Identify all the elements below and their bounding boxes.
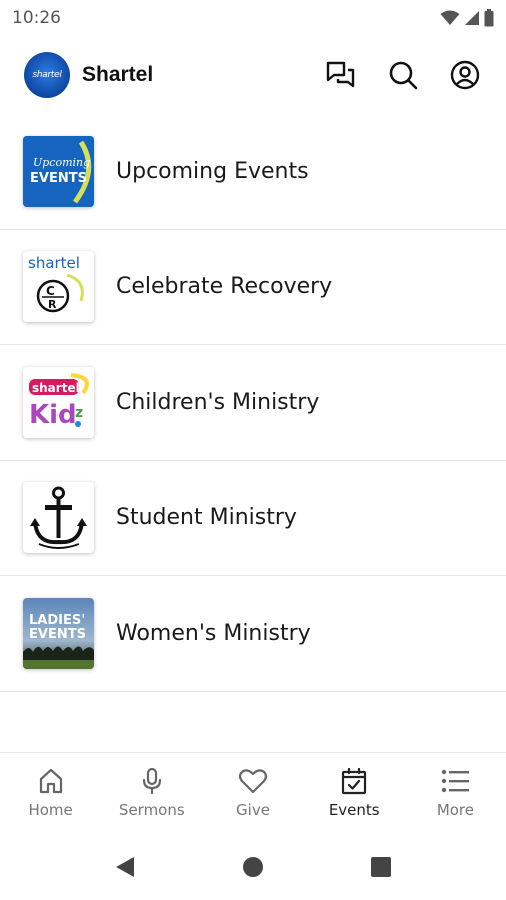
event-label: Upcoming Events [116, 158, 309, 184]
status-time: 10:26 [12, 8, 61, 28]
brand-logo-text: shartel [32, 70, 62, 80]
account-button[interactable] [448, 58, 482, 92]
chat-icon [326, 61, 355, 88]
svg-text:EVENTS: EVENTS [30, 171, 87, 186]
womens-ministry-thumbnail: LADIES' EVENTS [23, 597, 94, 669]
home-icon [39, 768, 62, 794]
microphone-icon [142, 767, 161, 795]
svg-text:R: R [48, 298, 57, 311]
chat-button[interactable] [324, 58, 358, 92]
nav-item-events[interactable]: Events [304, 753, 405, 834]
svg-text:EVENTS: EVENTS [29, 627, 86, 642]
list-item-student-ministry[interactable]: Student Ministry [0, 461, 506, 576]
nav-label: Events [328, 801, 380, 819]
svg-text:C: C [46, 284, 55, 298]
event-list: Upcoming EVENTS Upcoming Events shartel … [0, 114, 506, 692]
nav-label: Give [236, 801, 270, 819]
system-nav-bar [0, 834, 506, 900]
nav-item-give[interactable]: Give [202, 753, 303, 834]
list-item-womens-ministry[interactable]: LADIES' EVENTS Women's Ministry [0, 576, 506, 692]
app-header: shartel Shartel [0, 36, 506, 114]
signal-icon [465, 11, 479, 25]
home-circle-icon [243, 857, 263, 877]
svg-text:Kid: Kid [29, 400, 77, 430]
system-recents-button[interactable] [317, 834, 445, 900]
nav-item-sermons[interactable]: Sermons [101, 753, 202, 834]
recents-square-icon [371, 857, 391, 877]
svg-text:z: z [75, 405, 83, 421]
bottom-nav: Home Sermons Give Events More [0, 752, 506, 834]
celebrate-recovery-thumbnail: shartel C R [23, 251, 94, 323]
upcoming-events-thumbnail: Upcoming EVENTS [23, 135, 94, 207]
account-icon [450, 60, 480, 90]
nav-item-more[interactable]: More [405, 753, 506, 834]
svg-text:Upcoming: Upcoming [33, 156, 90, 169]
list-item-upcoming-events[interactable]: Upcoming EVENTS Upcoming Events [0, 114, 506, 230]
search-button[interactable] [386, 58, 420, 92]
nav-label: Sermons [118, 801, 185, 819]
wifi-icon [440, 10, 460, 25]
childrens-ministry-thumbnail: shartel Kid z [23, 366, 94, 438]
status-bar: 10:26 [0, 0, 506, 36]
nav-label: Home [28, 801, 73, 819]
anchor-icon [23, 482, 94, 554]
calendar-check-icon [342, 767, 367, 795]
svg-text:shartel: shartel [32, 381, 80, 395]
system-home-button[interactable] [189, 834, 317, 900]
app-title: Shartel [82, 63, 154, 86]
brand-logo: shartel [24, 52, 70, 98]
header-actions [324, 58, 482, 92]
event-label: Student Ministry [116, 505, 297, 531]
search-icon [389, 61, 418, 90]
svg-text:shartel: shartel [28, 254, 80, 272]
nav-item-home[interactable]: Home [0, 753, 101, 834]
system-back-button[interactable] [61, 834, 189, 900]
event-label: Celebrate Recovery [116, 274, 333, 300]
event-label: Children's Ministry [116, 389, 320, 415]
status-icons [440, 9, 494, 27]
event-label: Women's Ministry [116, 620, 311, 646]
back-triangle-icon [116, 857, 134, 877]
nav-label: More [436, 801, 474, 819]
svg-text:LADIES': LADIES' [29, 613, 85, 628]
list-item-celebrate-recovery[interactable]: shartel C R Celebrate Recovery [0, 230, 506, 345]
battery-icon [484, 9, 494, 27]
heart-icon [238, 769, 268, 794]
student-ministry-thumbnail [23, 482, 94, 554]
list-item-childrens-ministry[interactable]: shartel Kid z Children's Ministry [0, 345, 506, 461]
list-icon [442, 769, 470, 793]
